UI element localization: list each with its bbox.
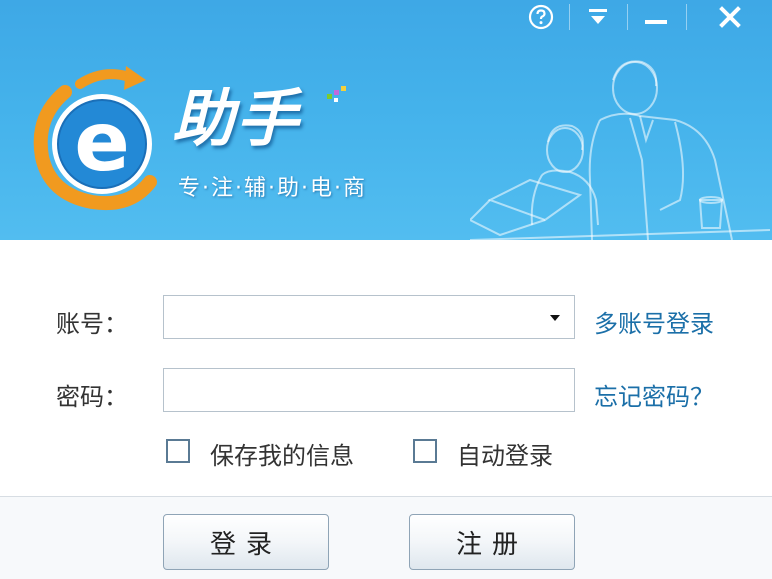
menu-button[interactable] [578,0,618,34]
business-people-illustration [470,60,770,240]
account-label: 账号： [56,310,128,338]
password-label: 密码： [56,383,128,411]
auto-login-label[interactable]: 自动登录 [457,436,553,471]
password-input[interactable] [172,370,546,412]
dropdown-menu-icon [589,9,607,24]
save-info-label[interactable]: 保存我的信息 [210,436,354,471]
account-input[interactable] [172,297,546,339]
account-combobox[interactable] [163,295,575,339]
minimize-button[interactable] [635,0,677,34]
logo-letter: e [74,95,130,190]
control-separator [627,4,628,30]
forgot-password-link[interactable]: 忘记密码？ [594,377,714,412]
minimize-icon [645,20,667,24]
control-separator [686,4,687,30]
register-button[interactable]: 注册 [409,514,575,570]
auto-login-checkbox[interactable] [413,439,437,463]
e-logo-icon: e [33,66,157,211]
control-separator [569,4,570,30]
save-info-checkbox[interactable] [166,439,190,463]
help-icon [528,4,554,30]
multi-account-login-link[interactable]: 多账号登录 [594,304,714,339]
slogan: 专·注·辅·助·电·商 [178,176,367,201]
close-button[interactable] [700,0,760,34]
header-banner: e 助手 专·注·辅·助·电·商 [0,0,772,240]
help-button[interactable] [522,0,560,34]
chevron-down-icon[interactable] [550,315,560,321]
footer-bar [0,497,772,579]
sparkle-dots-icon [327,86,346,102]
login-window: e 助手 专·注·辅·助·电·商 账号： 多账号登录 密码： 忘记密码？ 保存我… [0,0,772,579]
brand-title: 助手 [172,82,301,155]
login-button[interactable]: 登录 [163,514,329,570]
password-field[interactable] [163,368,575,412]
close-icon [719,6,741,28]
